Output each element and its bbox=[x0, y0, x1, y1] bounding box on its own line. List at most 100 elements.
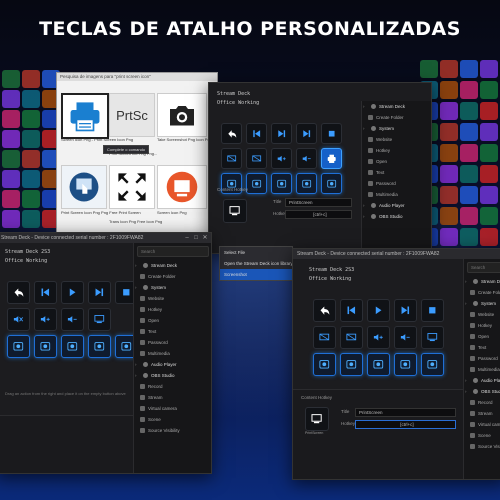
action-item[interactable]: Website bbox=[464, 309, 500, 320]
action-item[interactable]: Source Visibility bbox=[464, 441, 500, 452]
deck-key-prev[interactable] bbox=[246, 123, 267, 144]
action-category[interactable]: › Audio Player bbox=[464, 375, 500, 386]
action-item[interactable]: Virtual camera bbox=[134, 403, 211, 414]
image-result-prtsc[interactable]: PrtSc bbox=[109, 93, 155, 137]
action-item[interactable]: Text bbox=[464, 342, 500, 353]
action-category[interactable]: › Stream Deck bbox=[362, 101, 431, 112]
deck-key-print[interactable] bbox=[421, 326, 444, 349]
deck-key-back[interactable] bbox=[221, 123, 242, 144]
selected-key-preview[interactable] bbox=[223, 199, 247, 223]
deck-key-cam[interactable] bbox=[88, 335, 111, 358]
action-item[interactable]: Source Visibility bbox=[134, 425, 211, 436]
action-item[interactable]: Record bbox=[134, 381, 211, 392]
hotkey-field[interactable]: [ctrl+c] bbox=[355, 420, 456, 429]
title-field[interactable]: PrintScreen bbox=[355, 408, 456, 417]
deck-key-voldn[interactable] bbox=[296, 148, 317, 169]
deck-key-print[interactable] bbox=[88, 308, 111, 331]
deck-key-cam[interactable] bbox=[367, 353, 390, 376]
context-menu-item[interactable]: Screenshot bbox=[220, 269, 292, 280]
action-item[interactable]: Text bbox=[362, 167, 431, 178]
deck-key-cam[interactable] bbox=[421, 353, 444, 376]
deck-key-cam[interactable] bbox=[321, 173, 342, 194]
deck-key-next[interactable] bbox=[271, 123, 292, 144]
deck-key-mute[interactable] bbox=[7, 308, 30, 331]
search-input[interactable]: Search bbox=[467, 262, 500, 273]
minimize-button[interactable]: – bbox=[183, 234, 191, 242]
action-item[interactable]: Multimedia bbox=[362, 189, 431, 200]
action-item[interactable]: Open bbox=[362, 156, 431, 167]
deck-key-volup[interactable] bbox=[34, 308, 57, 331]
action-category[interactable]: › System bbox=[134, 282, 211, 293]
profile-name[interactable]: Office Working bbox=[309, 276, 351, 282]
profile-name[interactable]: Office Working bbox=[5, 258, 47, 264]
deck-key-cam[interactable] bbox=[313, 353, 336, 376]
deck-key-next[interactable] bbox=[394, 299, 417, 322]
image-result-printer[interactable] bbox=[61, 93, 109, 139]
image-result-touch[interactable] bbox=[61, 165, 107, 209]
browser-tab[interactable]: Pesquisa de imagens para "print screen i… bbox=[57, 73, 217, 81]
selected-key-preview[interactable] bbox=[305, 407, 329, 431]
deck-key-play[interactable] bbox=[61, 281, 84, 304]
deck-key-back[interactable] bbox=[7, 281, 30, 304]
image-result-expand[interactable] bbox=[109, 165, 155, 209]
deck-key-cam[interactable] bbox=[34, 335, 57, 358]
deck-key-cam[interactable] bbox=[340, 353, 363, 376]
action-category[interactable]: › System bbox=[464, 298, 500, 309]
action-category[interactable]: › Stream Deck bbox=[134, 260, 211, 271]
action-category[interactable]: › System bbox=[362, 123, 431, 134]
deck-key-cam[interactable] bbox=[246, 173, 267, 194]
action-item[interactable]: Hotkey bbox=[134, 304, 211, 315]
action-item[interactable]: Multimedia bbox=[134, 348, 211, 359]
action-category[interactable]: › Stream Deck bbox=[464, 276, 500, 287]
deck-key-stop[interactable] bbox=[421, 299, 444, 322]
action-item[interactable]: Open bbox=[134, 315, 211, 326]
hotkey-field[interactable]: [ctrl+c] bbox=[285, 210, 352, 219]
device-name[interactable]: Stream Deck 2S3 bbox=[309, 267, 354, 273]
deck-key-cam[interactable] bbox=[61, 335, 84, 358]
action-item[interactable]: Virtual camera bbox=[464, 419, 500, 430]
deck-key-cam[interactable] bbox=[271, 173, 292, 194]
action-item[interactable]: Create Folder bbox=[362, 112, 431, 123]
title-field[interactable]: PrintScreen bbox=[285, 198, 352, 207]
action-item[interactable]: Create Folder bbox=[134, 271, 211, 282]
deck-key-voldn[interactable] bbox=[394, 326, 417, 349]
action-category[interactable]: › OBS Studio bbox=[134, 370, 211, 381]
deck-key-cam[interactable] bbox=[394, 353, 417, 376]
device-name[interactable]: Stream Deck bbox=[217, 91, 250, 97]
close-button[interactable]: ✕ bbox=[201, 234, 209, 242]
deck-key-volup[interactable] bbox=[367, 326, 390, 349]
deck-key-volup[interactable] bbox=[271, 148, 292, 169]
action-item[interactable]: Password bbox=[134, 337, 211, 348]
action-category[interactable]: › OBS Studio bbox=[464, 386, 500, 397]
device-name[interactable]: Stream Deck 2S3 bbox=[5, 249, 50, 255]
action-item[interactable]: Stream bbox=[464, 408, 500, 419]
deck-key-mon[interactable] bbox=[313, 326, 336, 349]
action-item[interactable]: Scene bbox=[134, 414, 211, 425]
deck-key-cam[interactable] bbox=[7, 335, 30, 358]
action-category[interactable]: › OBS Studio bbox=[362, 211, 431, 222]
action-category[interactable]: › Audio Player bbox=[362, 200, 431, 211]
deck-key-stop[interactable] bbox=[321, 123, 342, 144]
context-menu-item[interactable]: Select File bbox=[220, 247, 292, 258]
deck-key-cam[interactable] bbox=[296, 173, 317, 194]
action-item[interactable]: Record bbox=[464, 397, 500, 408]
image-result-orange[interactable] bbox=[157, 165, 207, 209]
action-item[interactable]: Scene bbox=[464, 430, 500, 441]
maximize-button[interactable]: □ bbox=[192, 234, 200, 242]
deck-key-mon[interactable] bbox=[340, 326, 363, 349]
deck-key-printer[interactable] bbox=[321, 148, 342, 169]
deck-key-prev[interactable] bbox=[340, 299, 363, 322]
image-result-camera[interactable] bbox=[157, 93, 207, 137]
action-item[interactable]: Hotkey bbox=[464, 320, 500, 331]
action-category[interactable]: › Audio Player bbox=[134, 359, 211, 370]
action-item[interactable]: Open bbox=[464, 331, 500, 342]
deck-key-play[interactable] bbox=[367, 299, 390, 322]
deck-key-back[interactable] bbox=[313, 299, 336, 322]
action-item[interactable]: Website bbox=[362, 134, 431, 145]
action-item[interactable]: Password bbox=[362, 178, 431, 189]
search-input[interactable]: Search bbox=[137, 246, 209, 257]
action-item[interactable]: Stream bbox=[134, 392, 211, 403]
action-item[interactable]: Password bbox=[464, 353, 500, 364]
context-menu-item[interactable]: Open the Stream Deck icon library bbox=[220, 258, 293, 269]
deck-key-next[interactable] bbox=[296, 123, 317, 144]
